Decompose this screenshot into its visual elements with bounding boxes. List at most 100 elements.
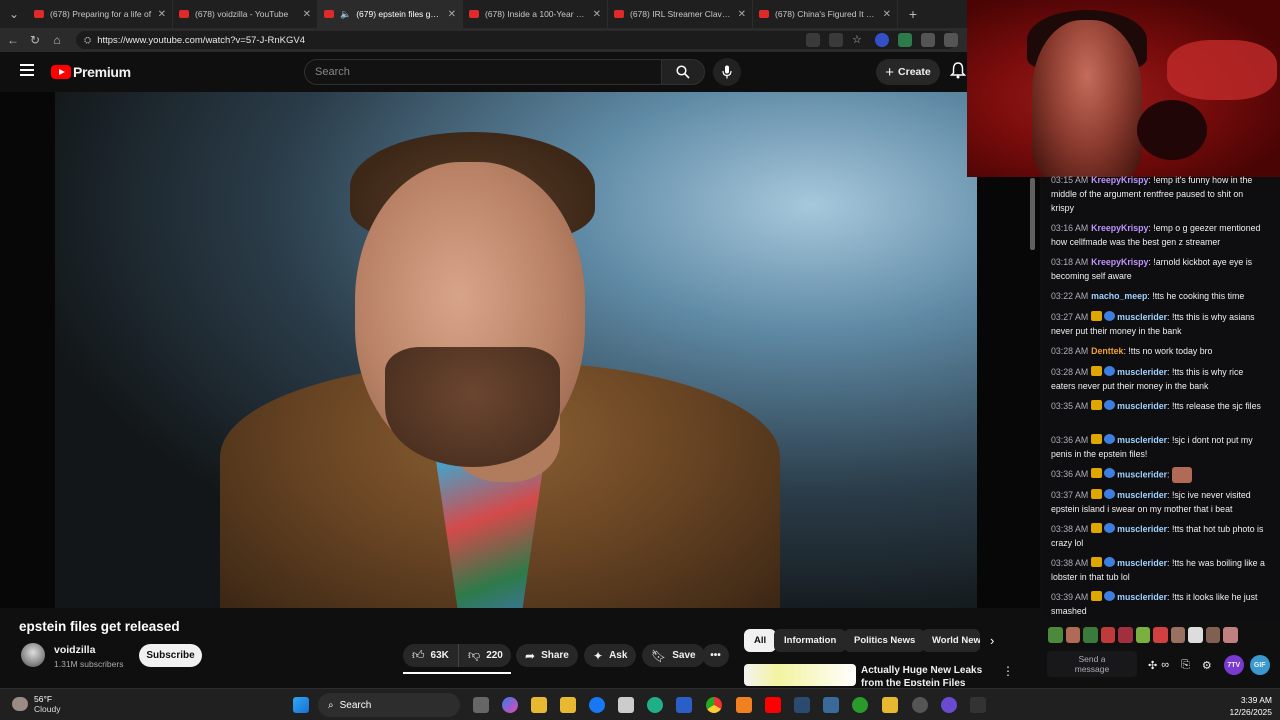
extension-icon[interactable] bbox=[829, 33, 843, 47]
save-button[interactable]: 🔖︎ Save bbox=[642, 644, 705, 667]
crown-badge-icon[interactable] bbox=[1091, 400, 1103, 410]
search-input[interactable]: Search bbox=[304, 59, 661, 85]
emote-icon[interactable] bbox=[1048, 627, 1063, 643]
drop-badge-icon[interactable] bbox=[1104, 400, 1116, 410]
chip-all[interactable]: All bbox=[744, 629, 777, 652]
app-icon[interactable] bbox=[823, 697, 839, 713]
channel-avatar[interactable] bbox=[21, 643, 45, 667]
video-player[interactable] bbox=[0, 92, 1040, 608]
chat-username[interactable]: KreepyKrispy bbox=[1091, 257, 1148, 267]
close-tab-icon[interactable]: ✕ bbox=[448, 9, 456, 20]
chat-username[interactable]: musclerider bbox=[1117, 558, 1167, 568]
chat-username[interactable]: musclerider bbox=[1117, 367, 1167, 377]
emote-icon[interactable] bbox=[1223, 627, 1239, 643]
more-vertical-icon[interactable]: ⋮ bbox=[1002, 664, 1014, 678]
windows-start-icon[interactable] bbox=[293, 697, 309, 713]
close-tab-icon[interactable]: ✕ bbox=[593, 9, 601, 20]
obs-icon[interactable] bbox=[912, 697, 928, 713]
emote-icon[interactable] bbox=[1205, 627, 1221, 643]
drop-badge-icon[interactable] bbox=[1104, 557, 1116, 567]
browser-tab[interactable]: (678) voidzilla - YouTube ✕ bbox=[173, 0, 318, 28]
chip-politics-news[interactable]: Politics News bbox=[844, 629, 926, 652]
notifications-bell-icon[interactable] bbox=[949, 62, 967, 84]
edge-icon[interactable] bbox=[647, 697, 663, 713]
chat-username[interactable]: KreepyKrispy bbox=[1091, 223, 1148, 233]
drop-badge-icon[interactable] bbox=[1104, 434, 1116, 444]
youtube-premium-logo[interactable]: Premium bbox=[51, 64, 131, 80]
weather-widget[interactable]: 56°F Cloudy bbox=[12, 694, 60, 714]
drop-badge-icon[interactable] bbox=[1104, 366, 1116, 376]
home-icon[interactable]: ⌂ bbox=[46, 33, 68, 47]
emote-icon[interactable] bbox=[1100, 627, 1116, 643]
epic-games-icon[interactable] bbox=[970, 697, 986, 713]
crown-badge-icon[interactable] bbox=[1091, 591, 1103, 601]
chip-information[interactable]: Information bbox=[774, 629, 847, 652]
share-button[interactable]: ➦ Share bbox=[516, 644, 578, 667]
gif-button[interactable]: GIF bbox=[1249, 655, 1270, 675]
chat-username[interactable]: musclerider bbox=[1117, 312, 1167, 322]
recommended-video-thumbnail[interactable] bbox=[744, 664, 856, 686]
chat-username[interactable]: musclerider bbox=[1117, 490, 1167, 500]
extensions-puzzle-icon[interactable] bbox=[921, 33, 935, 47]
chat-emote-icon[interactable] bbox=[1171, 467, 1192, 483]
chat-username[interactable]: musclerider bbox=[1117, 435, 1167, 445]
vlc-icon[interactable] bbox=[736, 697, 752, 713]
page-scrollbar[interactable] bbox=[1030, 178, 1035, 250]
app-icon[interactable] bbox=[882, 697, 898, 713]
crown-badge-icon[interactable] bbox=[1091, 366, 1103, 376]
emote-picker-icon[interactable]: ✣ bbox=[1148, 659, 1157, 672]
youtube-icon[interactable] bbox=[765, 697, 781, 713]
copilot-icon[interactable] bbox=[502, 697, 518, 713]
search-button[interactable] bbox=[661, 59, 705, 85]
emote-icon[interactable] bbox=[1188, 627, 1203, 643]
drop-badge-icon[interactable] bbox=[1104, 468, 1116, 479]
task-view-icon[interactable] bbox=[473, 697, 489, 713]
amazon-icon[interactable] bbox=[618, 697, 634, 713]
more-actions-button[interactable]: ••• bbox=[702, 644, 729, 667]
crown-badge-icon[interactable] bbox=[1091, 434, 1103, 444]
taskbar-search[interactable]: ⌕ Search bbox=[318, 693, 460, 717]
seventv-button[interactable]: 7TV bbox=[1223, 655, 1244, 675]
crown-badge-icon[interactable] bbox=[1091, 489, 1103, 499]
emote-icon[interactable] bbox=[1135, 627, 1151, 643]
tab-list-chevron-icon[interactable]: ⌄ bbox=[0, 7, 28, 21]
close-tab-icon[interactable]: ✕ bbox=[158, 9, 166, 20]
crown-badge-icon[interactable] bbox=[1091, 523, 1103, 533]
browser-tab[interactable]: (678) IRL Streamer Clavicular ✕ bbox=[608, 0, 753, 28]
crown-badge-icon[interactable] bbox=[1091, 311, 1103, 321]
chat-username[interactable]: musclerider bbox=[1117, 469, 1167, 479]
file-explorer-icon[interactable] bbox=[531, 697, 547, 713]
chat-username[interactable]: KreepyKrispy bbox=[1091, 175, 1148, 185]
gift-icon[interactable]: ⎘ bbox=[1181, 659, 1190, 672]
emote-icon[interactable] bbox=[1065, 627, 1081, 643]
reload-icon[interactable]: ↻ bbox=[24, 33, 46, 47]
emote-icon[interactable] bbox=[1118, 627, 1133, 643]
chat-username[interactable]: musclerider bbox=[1117, 524, 1167, 534]
xbox-icon[interactable] bbox=[852, 697, 868, 713]
site-info-icon[interactable]: ⛭ bbox=[84, 35, 91, 46]
drop-badge-icon[interactable] bbox=[1104, 489, 1116, 499]
extension-icon[interactable] bbox=[944, 33, 958, 47]
hamburger-menu-icon[interactable] bbox=[20, 64, 34, 79]
voice-search-button[interactable] bbox=[713, 58, 741, 86]
chat-username[interactable]: musclerider bbox=[1117, 401, 1167, 411]
like-button[interactable]: 👍︎ 63K bbox=[403, 644, 458, 667]
chat-message-input[interactable]: Send a message bbox=[1047, 651, 1137, 677]
browser-tab[interactable]: (678) Inside a 100-Year Old Fa ✕ bbox=[463, 0, 608, 28]
address-bar[interactable]: ⛭ https://www.youtube.com/watch?v=57-J-R… bbox=[76, 31, 956, 49]
channel-name[interactable]: voidzilla bbox=[54, 644, 95, 656]
app-icon[interactable] bbox=[941, 697, 957, 713]
word-icon[interactable] bbox=[676, 697, 692, 713]
steam-icon[interactable] bbox=[794, 697, 810, 713]
crown-badge-icon[interactable] bbox=[1091, 557, 1103, 567]
drop-badge-icon[interactable] bbox=[1104, 523, 1116, 533]
extension-icon[interactable] bbox=[806, 33, 820, 47]
dislike-button[interactable]: 👎︎ 220 bbox=[458, 644, 511, 667]
favorite-star-icon[interactable]: ☆ bbox=[852, 33, 866, 47]
new-tab-icon[interactable]: + bbox=[898, 6, 928, 22]
chat-username[interactable]: macho_meep bbox=[1091, 291, 1147, 301]
emote-icon[interactable] bbox=[1153, 627, 1168, 643]
create-button[interactable]: + Create bbox=[876, 59, 940, 85]
extension-icon[interactable] bbox=[898, 33, 912, 47]
extension-icon[interactable] bbox=[875, 33, 889, 47]
